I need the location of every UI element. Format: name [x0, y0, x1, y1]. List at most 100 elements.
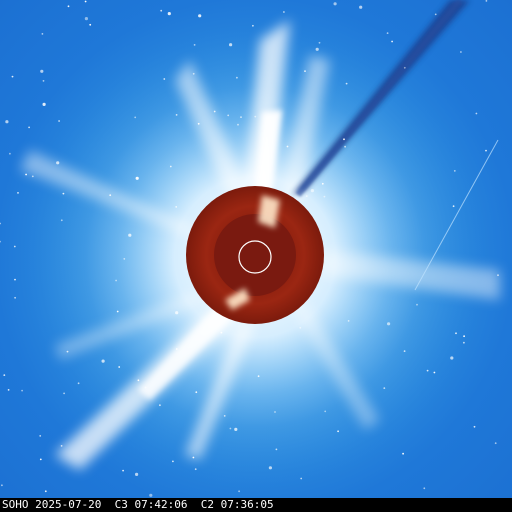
star	[44, 490, 47, 493]
star	[343, 138, 345, 141]
star	[195, 391, 198, 394]
star	[473, 425, 476, 428]
star	[134, 116, 137, 119]
star	[254, 115, 257, 118]
star	[56, 161, 60, 165]
star	[42, 80, 45, 82]
star	[172, 460, 174, 463]
star	[149, 493, 153, 497]
star	[304, 70, 306, 72]
star	[274, 411, 276, 413]
star	[144, 386, 147, 389]
star	[167, 12, 171, 16]
star	[315, 47, 319, 51]
star	[1, 484, 3, 487]
star	[60, 219, 63, 222]
star	[257, 375, 260, 378]
star	[305, 195, 308, 198]
star	[137, 379, 140, 382]
date-label: 2025-07-20	[35, 498, 102, 511]
star	[223, 415, 226, 417]
star	[5, 120, 9, 124]
star	[286, 145, 289, 148]
star	[344, 145, 346, 148]
star	[321, 182, 324, 185]
star	[13, 245, 16, 248]
star	[123, 258, 126, 260]
star	[9, 152, 11, 155]
star	[192, 72, 195, 75]
star	[197, 122, 200, 125]
star	[60, 445, 63, 447]
star	[238, 490, 241, 493]
star	[318, 41, 321, 44]
star	[128, 233, 132, 237]
star	[497, 274, 499, 277]
coronagraph-scene	[0, 0, 500, 497]
star	[11, 75, 14, 78]
star	[383, 387, 386, 389]
star	[0, 240, 1, 243]
star	[391, 40, 393, 43]
star	[455, 332, 457, 335]
star	[40, 69, 44, 73]
star	[463, 335, 465, 338]
star	[275, 448, 278, 451]
star	[21, 389, 23, 392]
star	[300, 477, 303, 480]
c3-time: 07:42:06	[134, 498, 188, 511]
star	[453, 170, 456, 172]
star	[14, 278, 16, 281]
star	[58, 120, 60, 122]
star	[198, 14, 202, 18]
star	[485, 0, 488, 2]
star	[220, 331, 223, 334]
observatory-label: SOHO	[2, 498, 29, 511]
star	[402, 452, 404, 455]
star	[175, 348, 178, 350]
star	[42, 102, 46, 106]
star	[416, 303, 418, 306]
star	[175, 206, 178, 208]
star	[135, 472, 139, 476]
star	[426, 369, 429, 372]
star	[116, 310, 119, 313]
star	[31, 175, 34, 178]
star	[25, 173, 27, 176]
star	[268, 466, 272, 470]
star	[175, 114, 178, 116]
star	[159, 404, 161, 407]
star	[333, 2, 337, 6]
star	[324, 410, 327, 413]
star	[7, 389, 10, 391]
star	[89, 23, 92, 26]
star	[194, 468, 197, 471]
star	[485, 149, 487, 152]
star	[433, 371, 436, 374]
star	[450, 356, 454, 360]
c2-time: 07:36:05	[220, 498, 274, 511]
star	[434, 13, 437, 16]
star	[66, 350, 69, 353]
star	[452, 205, 455, 208]
star	[299, 326, 302, 329]
star	[227, 114, 230, 117]
star	[387, 322, 391, 326]
star	[494, 442, 497, 445]
star	[347, 320, 350, 322]
star	[229, 427, 232, 430]
star	[28, 126, 30, 129]
star	[0, 222, 1, 225]
star	[213, 110, 216, 113]
star	[337, 430, 339, 433]
star	[323, 195, 326, 198]
star	[135, 176, 139, 180]
occulter-inner-disk	[214, 214, 296, 296]
star	[118, 366, 121, 368]
star	[192, 456, 195, 459]
star	[310, 189, 314, 193]
star	[237, 123, 239, 126]
star	[175, 311, 179, 315]
star	[403, 66, 406, 69]
star	[67, 5, 70, 8]
